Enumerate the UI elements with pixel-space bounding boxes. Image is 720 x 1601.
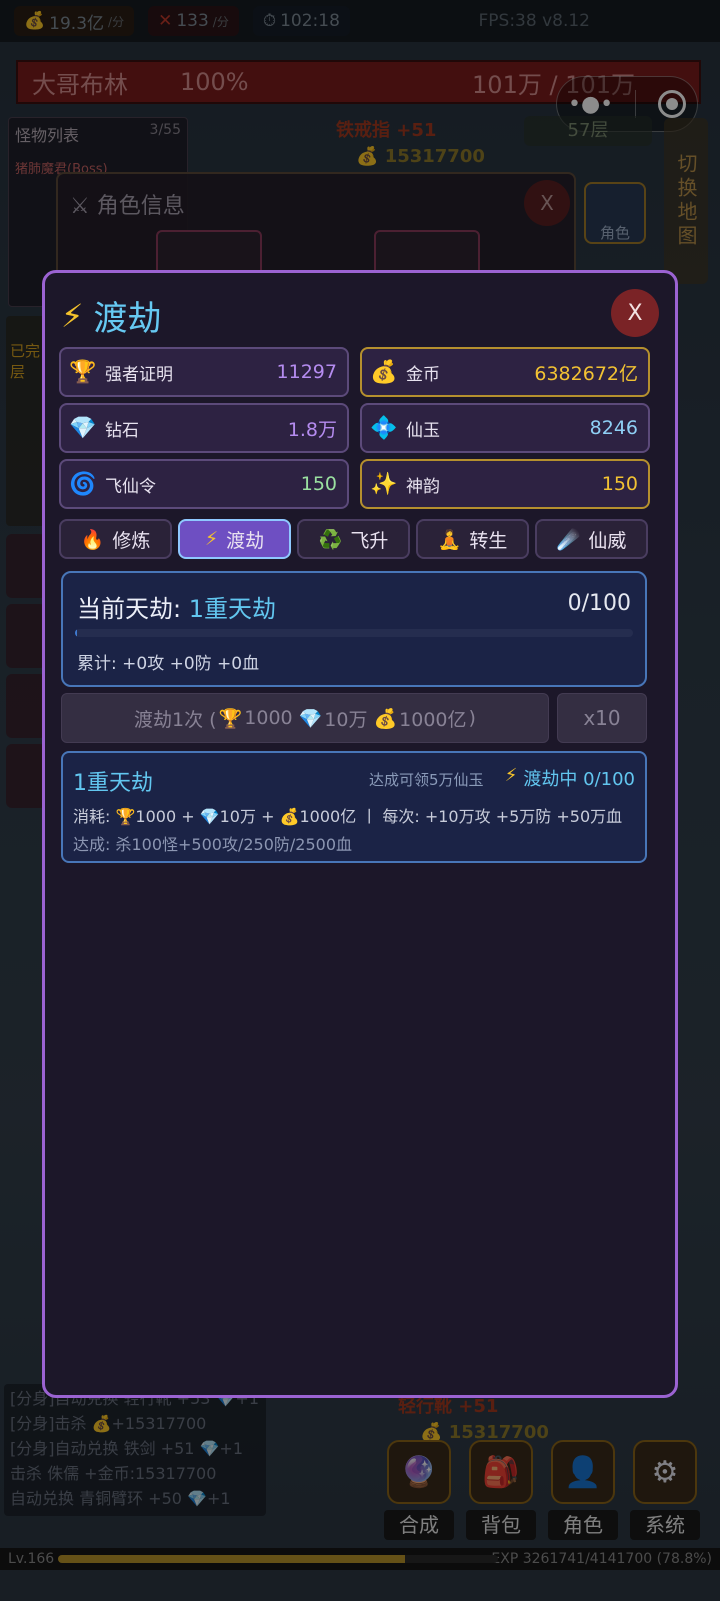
cost-diamond: 10万	[324, 708, 368, 731]
stage-name: 1重天劫	[73, 771, 153, 796]
tab-label: 飞升	[350, 529, 389, 552]
resource-divine-charm: ✨ 神韵 150	[360, 459, 650, 509]
tribulation-modal: ⚡ 渡劫 X 🏆 强者证明 11297 💰 金币 6382672亿 💎 钻石 1…	[42, 270, 678, 1398]
tab-label: 转生	[469, 529, 508, 552]
sparkles-icon: ✨	[370, 471, 398, 497]
resource-name: 钻石	[105, 420, 139, 441]
resource-name: 强者证明	[105, 364, 173, 385]
lightning-icon: ⚡	[61, 296, 84, 335]
modal-title: ⚡ 渡劫	[61, 291, 161, 340]
tab-tribulation[interactable]: ⚡ 渡劫	[178, 519, 291, 559]
tribulation-stage-card: 1重天劫 达成可领5万仙玉 ⚡ 渡劫中 0/100 消耗: 🏆1000 + 💎1…	[61, 751, 647, 863]
modal-close-button[interactable]: X	[611, 289, 659, 337]
resource-value: 11297	[276, 361, 337, 383]
tab-label: 仙威	[588, 529, 627, 552]
resource-value: 8246	[589, 417, 638, 439]
diamond-icon: 💎	[298, 707, 323, 730]
tab-immortal-might[interactable]: ☄️ 仙威	[535, 519, 648, 559]
resource-jade: 💠 仙玉 8246	[360, 403, 650, 453]
resource-flying-token: 🌀 飞仙令 150	[59, 459, 349, 509]
lightning-icon: ⚡	[204, 528, 219, 550]
resource-name: 仙玉	[406, 420, 440, 441]
money-bag-icon: 💰	[370, 359, 398, 385]
trophy-icon: 🏆	[218, 707, 243, 730]
lightning-icon: ⚡	[504, 765, 518, 786]
tab-rebirth[interactable]: 🧘 转生	[416, 519, 529, 559]
comet-icon: ☄️	[556, 528, 581, 551]
resource-value: 150	[601, 473, 638, 495]
resource-name: 神韵	[406, 476, 440, 497]
resource-trophy: 🏆 强者证明 11297	[59, 347, 349, 397]
resource-gold: 💰 金币 6382672亿	[360, 347, 650, 397]
stage-status: ⚡ 渡劫中 0/100	[505, 765, 635, 791]
trophy-icon: 🏆	[69, 359, 97, 385]
tab-label: 修炼	[112, 529, 151, 552]
tribulation-progress-fill	[75, 629, 77, 637]
resource-value: 6382672亿	[534, 362, 638, 385]
cost-gold: 1000亿	[399, 708, 467, 731]
resource-name: 金币	[406, 364, 440, 385]
recycle-icon: ♻️	[318, 528, 343, 551]
diamond-icon: 💎	[69, 415, 97, 441]
cross-once-button[interactable]: 渡劫1次 ( 🏆 1000 💎 10万 💰 1000亿 )	[61, 693, 549, 743]
fire-icon: 🔥	[80, 528, 105, 551]
accumulated-bonus: 累计: +0攻 +0防 +0血	[77, 654, 260, 674]
jade-icon: 💠	[370, 415, 398, 441]
stage-status-text: 渡劫中 0/100	[523, 769, 635, 790]
stage-requirement: 达成: 杀100怪+500攻/250防/2500血	[73, 835, 353, 854]
cost-trophy: 1000	[244, 707, 293, 729]
current-tribulation-progress: 0/100	[567, 591, 631, 616]
resource-value: 150	[300, 473, 337, 495]
current-tribulation-panel: 当前天劫: 1重天劫 0/100 累计: +0攻 +0防 +0血	[61, 571, 647, 687]
tab-cultivation[interactable]: 🔥 修炼	[59, 519, 172, 559]
stage-reward: 达成可领5万仙玉	[369, 771, 484, 789]
resource-name: 飞仙令	[105, 476, 156, 497]
meditation-icon: 🧘	[437, 528, 462, 551]
cross-once-suffix: )	[468, 707, 476, 729]
resource-value: 1.8万	[287, 418, 337, 441]
resource-diamond: 💎 钻石 1.8万	[59, 403, 349, 453]
current-tribulation-prefix: 当前天劫:	[77, 595, 182, 623]
money-bag-icon: 💰	[373, 707, 398, 730]
current-tribulation-label: 当前天劫: 1重天劫	[77, 589, 276, 624]
cross-once-prefix: 渡劫1次 (	[134, 708, 217, 731]
tribulation-progress-track	[75, 629, 633, 637]
vortex-icon: 🌀	[69, 471, 97, 497]
current-tribulation-name: 1重天劫	[188, 595, 277, 623]
tab-ascension[interactable]: ♻️ 飞升	[297, 519, 410, 559]
stage-cost: 消耗: 🏆1000 + 💎10万 + 💰1000亿 丨 每次: +10万攻 +5…	[73, 807, 623, 826]
cross-x10-button[interactable]: x10	[557, 693, 647, 743]
tab-label: 渡劫	[226, 529, 265, 552]
modal-title-text: 渡劫	[93, 299, 162, 339]
